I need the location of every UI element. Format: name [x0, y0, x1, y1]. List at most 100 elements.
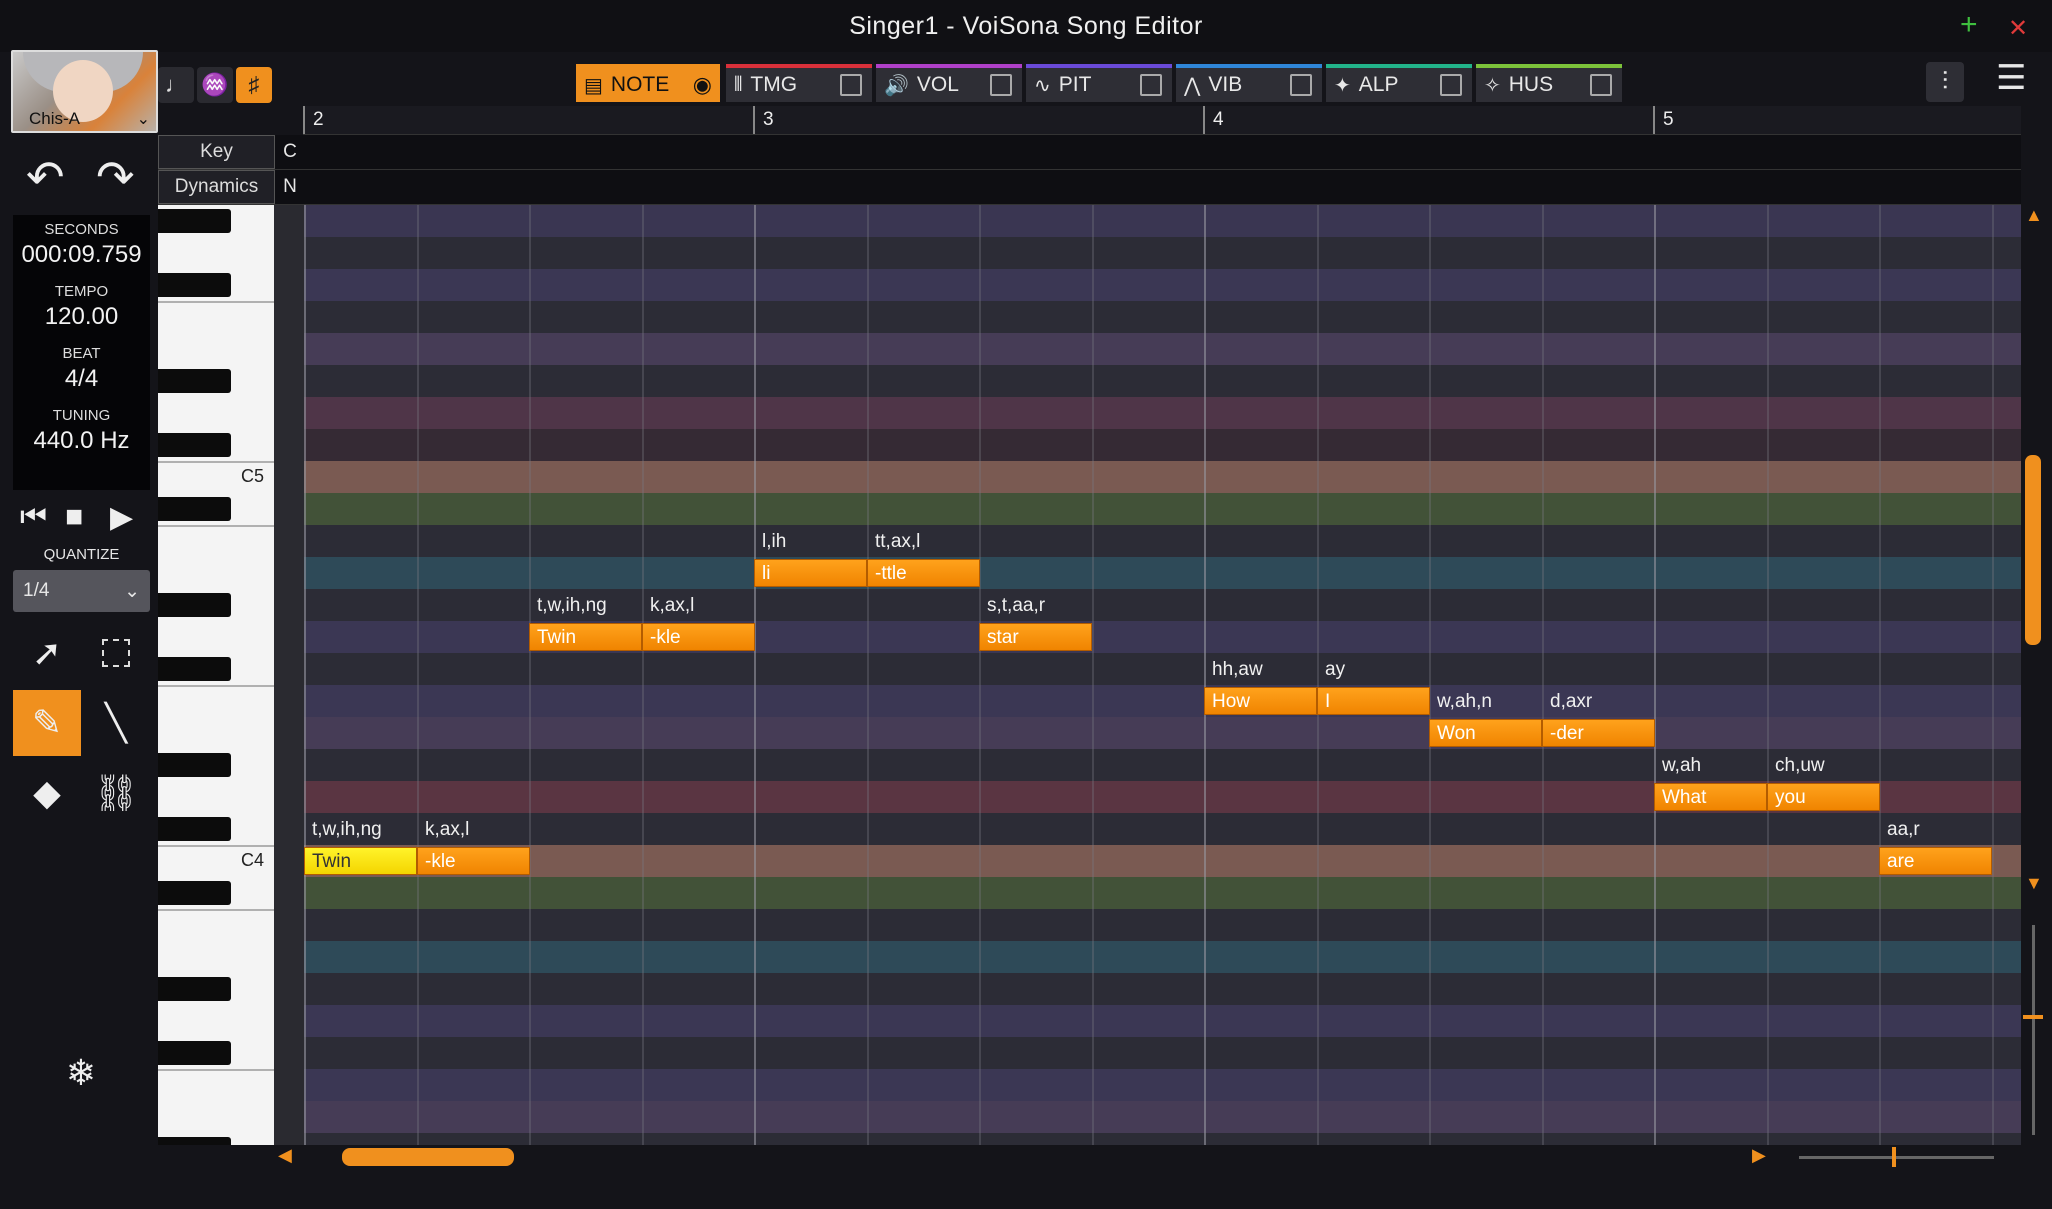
- metronome-button[interactable]: ♩: [158, 67, 194, 103]
- phoneme-label[interactable]: t,w,ih,ng: [312, 819, 382, 841]
- note-block[interactable]: -ttle: [867, 559, 980, 587]
- black-key[interactable]: [158, 497, 231, 521]
- pitch-lane[interactable]: [304, 365, 2021, 398]
- phoneme-label[interactable]: w,ah,n: [1437, 691, 1492, 713]
- freeze-button[interactable]: ❄: [47, 1040, 115, 1106]
- phoneme-label[interactable]: k,ax,l: [650, 595, 694, 617]
- pitch-lane[interactable]: [304, 653, 2021, 686]
- note-block[interactable]: What: [1654, 783, 1767, 811]
- horizontal-scrollbar[interactable]: ◀ ▶: [274, 1145, 2021, 1169]
- pitch-lane[interactable]: [304, 1005, 2021, 1038]
- black-key[interactable]: [158, 433, 231, 457]
- play-button[interactable]: ▶: [110, 500, 133, 535]
- tab-hus[interactable]: ✧ HUS: [1476, 64, 1622, 102]
- pitch-lane[interactable]: [304, 237, 2021, 270]
- stop-button[interactable]: ■: [65, 500, 83, 534]
- menu-button[interactable]: ☰: [1996, 58, 2026, 98]
- note-block[interactable]: you: [1767, 783, 1880, 811]
- note-block[interactable]: star: [979, 623, 1092, 651]
- phoneme-label[interactable]: ch,uw: [1775, 755, 1825, 777]
- phoneme-label[interactable]: tt,ax,l: [875, 531, 920, 553]
- black-key[interactable]: [158, 657, 231, 681]
- pitch-lane[interactable]: [304, 493, 2021, 526]
- pitch-lane[interactable]: [304, 1101, 2021, 1134]
- pitch-lane[interactable]: [304, 973, 2021, 1006]
- tab-checkbox[interactable]: [840, 74, 862, 96]
- phoneme-label[interactable]: hh,aw: [1212, 659, 1263, 681]
- phoneme-label[interactable]: k,ax,l: [425, 819, 469, 841]
- note-block[interactable]: -kle: [417, 847, 530, 875]
- rewind-button[interactable]: ⏮: [20, 500, 47, 534]
- eraser-tool[interactable]: ◆: [13, 760, 81, 826]
- black-key[interactable]: [158, 273, 231, 297]
- link-tool[interactable]: ⛓: [82, 760, 150, 826]
- quantize-select[interactable]: 1/4 ⌄: [13, 570, 150, 612]
- pitch-lane[interactable]: [304, 717, 2021, 750]
- black-key[interactable]: [158, 1137, 231, 1145]
- tempo-value[interactable]: 120.00: [45, 303, 118, 331]
- black-key[interactable]: [158, 817, 231, 841]
- note-block[interactable]: How: [1204, 687, 1317, 715]
- scroll-up-icon[interactable]: ▲: [2025, 205, 2043, 226]
- piano-roll-grid[interactable]: t,w,ih,ng Twin k,ax,l -kle t,w,ih,ng Twin k,ax…: [304, 205, 2021, 1145]
- pitch-lane[interactable]: [304, 205, 2021, 238]
- tab-pit[interactable]: ∿ PIT: [1026, 64, 1172, 102]
- phoneme-label[interactable]: d,axr: [1550, 691, 1592, 713]
- black-key[interactable]: [158, 209, 231, 233]
- tab-vol[interactable]: 🔊 VOL: [876, 64, 1022, 102]
- tab-note[interactable]: ▤ NOTE ◉: [576, 64, 720, 102]
- pitch-lane[interactable]: [304, 461, 2021, 494]
- tab-alp[interactable]: ✦ ALP: [1326, 64, 1472, 102]
- pitch-lane[interactable]: [304, 941, 2021, 974]
- voice-mode-button[interactable]: ♒: [197, 67, 233, 103]
- pitch-lane[interactable]: [304, 333, 2021, 366]
- pitch-lane[interactable]: [304, 1133, 2021, 1145]
- redo-button[interactable]: ↷: [96, 150, 135, 204]
- phoneme-label[interactable]: aa,r: [1887, 819, 1920, 841]
- pitch-lane[interactable]: [304, 877, 2021, 910]
- tab-checkbox[interactable]: [1290, 74, 1312, 96]
- black-key[interactable]: [158, 881, 231, 905]
- black-key[interactable]: [158, 977, 231, 1001]
- tuning-value[interactable]: 440.0 Hz: [33, 427, 129, 455]
- phoneme-label[interactable]: s,t,aa,r: [987, 595, 1045, 617]
- note-block[interactable]: -der: [1542, 719, 1655, 747]
- pitch-lane[interactable]: [304, 749, 2021, 782]
- pitch-lane[interactable]: [304, 397, 2021, 430]
- tab-checkbox[interactable]: [1140, 74, 1162, 96]
- note-block[interactable]: Twin: [529, 623, 642, 651]
- pitch-lane[interactable]: [304, 813, 2021, 846]
- timeline-ruler[interactable]: 2 3 4 5: [303, 106, 2021, 135]
- tab-checkbox[interactable]: [990, 74, 1012, 96]
- black-key[interactable]: [158, 593, 231, 617]
- tab-vib[interactable]: ⋀ VIB: [1176, 64, 1322, 102]
- snap-button[interactable]: ♯: [236, 67, 272, 103]
- black-key[interactable]: [158, 1041, 231, 1065]
- eye-icon[interactable]: ◉: [693, 72, 712, 98]
- note-block[interactable]: li: [754, 559, 867, 587]
- close-icon[interactable]: ✕: [2008, 14, 2028, 44]
- note-block[interactable]: -kle: [642, 623, 755, 651]
- pitch-lane[interactable]: [304, 557, 2021, 590]
- pitch-lane[interactable]: [304, 429, 2021, 462]
- note-block[interactable]: are: [1879, 847, 1992, 875]
- tab-tmg[interactable]: ⫴ TMG: [726, 64, 872, 102]
- black-key[interactable]: [158, 753, 231, 777]
- select-tool[interactable]: [82, 620, 150, 686]
- undo-button[interactable]: ↶: [26, 150, 65, 204]
- tab-checkbox[interactable]: [1590, 74, 1612, 96]
- arrow-tool[interactable]: ➚: [13, 620, 81, 686]
- seconds-value[interactable]: 000:09.759: [21, 241, 141, 269]
- piano-keyboard[interactable]: C5 C4: [158, 205, 274, 1145]
- pitch-lane[interactable]: [304, 525, 2021, 558]
- phoneme-label[interactable]: w,ah: [1662, 755, 1701, 777]
- pitch-lane[interactable]: [304, 685, 2021, 718]
- vertical-zoom-track[interactable]: [2032, 925, 2035, 1135]
- scroll-down-icon[interactable]: ▼: [2025, 873, 2043, 894]
- phoneme-label[interactable]: l,ih: [762, 531, 786, 553]
- horizontal-zoom-handle[interactable]: [1892, 1147, 1896, 1167]
- mixer-button[interactable]: ⫶: [1926, 62, 1964, 102]
- pitch-lane[interactable]: [304, 269, 2021, 302]
- add-window-icon[interactable]: +: [1960, 10, 1978, 40]
- black-key[interactable]: [158, 369, 231, 393]
